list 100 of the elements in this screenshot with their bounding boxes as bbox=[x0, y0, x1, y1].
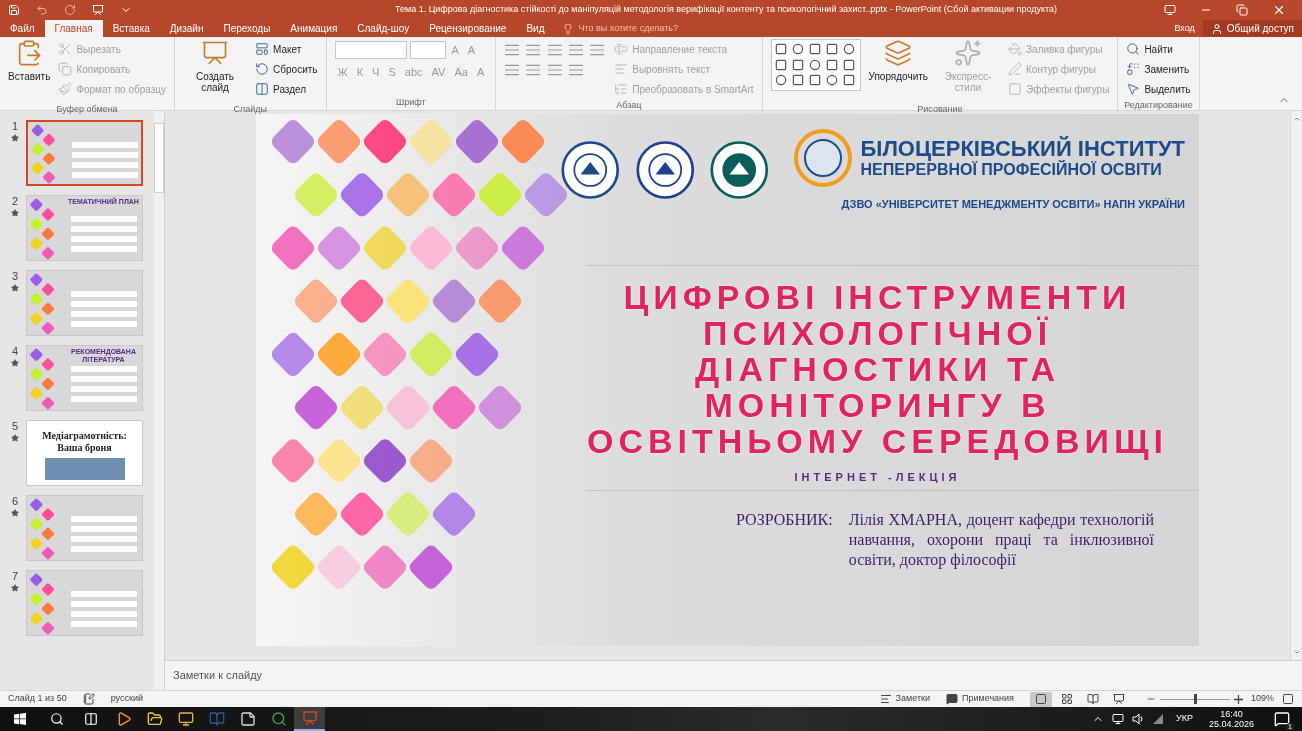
scroll-up-icon[interactable] bbox=[1292, 115, 1301, 123]
ribbon-tab[interactable]: Слайд-шоу bbox=[347, 20, 420, 37]
ribbon-tab[interactable]: Рецензирование bbox=[419, 20, 517, 37]
search-icon[interactable] bbox=[50, 712, 64, 726]
ribbon-tab[interactable]: Переходы bbox=[213, 20, 281, 37]
paragraph-format-icon[interactable] bbox=[504, 63, 521, 77]
zoom-in-icon[interactable] bbox=[1233, 694, 1243, 704]
view-icon bbox=[1112, 693, 1125, 705]
paragraph-format-icon[interactable] bbox=[567, 43, 584, 57]
shape-icon[interactable] bbox=[807, 42, 822, 56]
sign-in-link[interactable]: Вход bbox=[1166, 21, 1203, 36]
ribbon-display-icon[interactable] bbox=[1164, 4, 1176, 16]
institute-logo-icon bbox=[792, 128, 853, 188]
paragraph-format-icon[interactable] bbox=[525, 63, 542, 77]
undo-icon[interactable] bbox=[36, 4, 48, 16]
shape-icon[interactable] bbox=[841, 42, 856, 56]
slide-thumbnail[interactable] bbox=[26, 495, 143, 561]
ribbon-button-icon bbox=[614, 42, 629, 56]
slide-thumbnail[interactable] bbox=[26, 270, 143, 336]
view-button[interactable] bbox=[1029, 691, 1052, 707]
tell-me-field[interactable]: Что вы хотите сделать? bbox=[578, 21, 678, 36]
slide-thumbnail[interactable] bbox=[26, 120, 143, 186]
comments-button[interactable]: Примечания bbox=[946, 692, 1014, 706]
language-label[interactable]: русский bbox=[110, 692, 143, 706]
animation-star-icon bbox=[11, 284, 19, 292]
font-name-field[interactable] bbox=[334, 41, 407, 59]
zoom-slider[interactable] bbox=[1159, 693, 1230, 705]
ribbon-tab[interactable]: Вид bbox=[516, 20, 555, 37]
share-button[interactable]: Общий доступ bbox=[1202, 20, 1302, 37]
clock[interactable]: 16:40 25.04.2026 bbox=[1208, 709, 1254, 729]
task-view-icon[interactable] bbox=[84, 712, 98, 726]
scrollbar[interactable] bbox=[154, 111, 164, 690]
ribbon-small-button[interactable]: Заменить bbox=[1122, 59, 1195, 79]
notifications-icon[interactable] bbox=[1274, 711, 1290, 727]
spelling-icon[interactable] bbox=[82, 693, 95, 705]
ribbon-small-button[interactable]: Сбросить bbox=[251, 59, 322, 79]
keyboard-language[interactable]: УКР bbox=[1176, 712, 1193, 726]
taskbar-app-button[interactable] bbox=[294, 707, 325, 731]
animation-star-icon bbox=[11, 209, 19, 217]
ribbon-small-button[interactable]: Раздел bbox=[251, 79, 322, 99]
shape-icon[interactable] bbox=[807, 73, 822, 88]
ribbon-large-button[interactable]: Упорядочить bbox=[864, 39, 933, 103]
notes-button[interactable]: Заметки bbox=[879, 692, 930, 706]
ribbon-small-button[interactable]: Макет bbox=[251, 39, 322, 59]
paragraph-format-icon[interactable] bbox=[525, 43, 542, 57]
slideshow-icon[interactable] bbox=[92, 4, 104, 16]
scroll-down-icon[interactable] bbox=[1292, 648, 1301, 656]
start-icon[interactable] bbox=[14, 713, 26, 725]
network-icon[interactable] bbox=[1152, 713, 1164, 725]
ribbon-tab[interactable]: Вставка bbox=[102, 20, 160, 37]
ribbon-large-button[interactable]: Создать слайд bbox=[179, 39, 252, 103]
animation-star-icon bbox=[11, 584, 19, 592]
institute-name: НЕПЕРЕРВНОЇ ПРОФЕСІЙНОЇ ОСВІТИ bbox=[860, 161, 1163, 179]
paragraph-format-icon[interactable] bbox=[589, 43, 605, 57]
ribbon-tab[interactable]: Анимация bbox=[280, 20, 348, 37]
ribbon-button-icon bbox=[1126, 62, 1141, 76]
shape-icon[interactable] bbox=[824, 73, 839, 88]
paragraph-format-icon[interactable] bbox=[546, 63, 563, 77]
shape-icon[interactable] bbox=[841, 73, 856, 88]
restore-icon[interactable] bbox=[1236, 4, 1248, 16]
ribbon-button-icon bbox=[255, 62, 270, 76]
ribbon-group-label: Абзац bbox=[615, 99, 643, 112]
fit-slide-icon[interactable] bbox=[1282, 693, 1294, 705]
shape-icon[interactable] bbox=[790, 57, 805, 72]
ribbon-button-icon bbox=[1008, 42, 1023, 56]
ribbon-large-button[interactable]: Вставить bbox=[4, 39, 55, 103]
shape-icon[interactable] bbox=[773, 57, 788, 72]
app-icon bbox=[146, 711, 163, 727]
save-icon[interactable] bbox=[8, 4, 20, 16]
shape-icon[interactable] bbox=[773, 73, 788, 88]
shape-icon[interactable] bbox=[824, 42, 839, 56]
ribbon-tab[interactable]: Главная bbox=[44, 20, 103, 37]
speaker-icon[interactable] bbox=[1132, 713, 1144, 725]
shape-icon[interactable] bbox=[841, 57, 856, 72]
paragraph-format-icon[interactable] bbox=[567, 63, 584, 77]
font-size-field[interactable] bbox=[409, 41, 446, 59]
notes-field[interactable]: Заметки к слайду bbox=[173, 667, 263, 684]
paragraph-format-icon[interactable] bbox=[546, 43, 563, 57]
ribbon-button-icon bbox=[614, 82, 629, 96]
zoom-level[interactable]: 109% bbox=[1250, 692, 1274, 706]
ribbon-small-button[interactable]: Найти bbox=[1122, 39, 1195, 59]
ribbon-tab[interactable]: Файл bbox=[0, 20, 45, 37]
ribbon-tab[interactable]: Дизайн bbox=[159, 20, 214, 37]
slide-thumbnail[interactable] bbox=[26, 570, 143, 636]
scrollbar[interactable] bbox=[1290, 111, 1302, 660]
animation-star-icon bbox=[11, 134, 19, 142]
shape-icon[interactable] bbox=[807, 57, 822, 72]
font-format-button[interactable]: S bbox=[385, 63, 399, 81]
app-icon bbox=[239, 711, 256, 727]
redo-icon[interactable] bbox=[64, 4, 76, 16]
ribbon-small-button[interactable]: Выделить bbox=[1122, 79, 1195, 99]
shape-icon[interactable] bbox=[824, 57, 839, 72]
shape-icon[interactable] bbox=[790, 73, 805, 88]
shapes-gallery[interactable] bbox=[770, 39, 861, 91]
paragraph-format-icon[interactable] bbox=[504, 43, 521, 57]
close-icon[interactable] bbox=[1272, 3, 1286, 17]
shape-icon[interactable] bbox=[773, 42, 788, 56]
shape-icon[interactable] bbox=[790, 42, 805, 56]
slide-thumbnail[interactable]: Медіаграмотність: Ваша броня bbox=[26, 420, 143, 486]
zoom-thumb[interactable] bbox=[1193, 694, 1197, 704]
